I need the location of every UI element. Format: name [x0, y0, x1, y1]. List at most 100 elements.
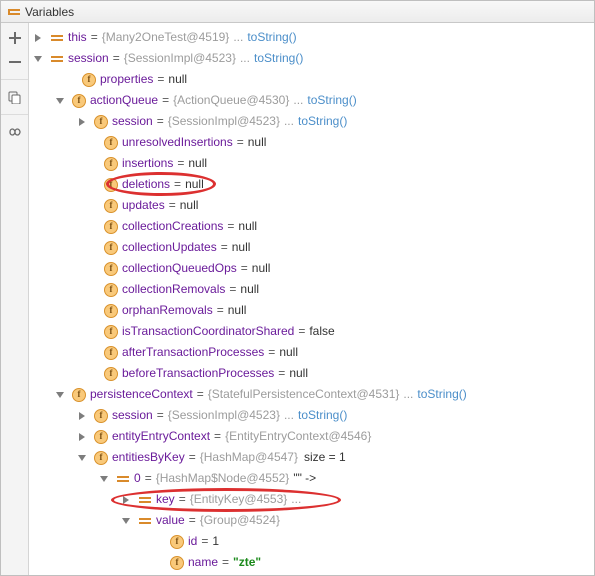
equals: =: [145, 468, 152, 489]
tree-row-name[interactable]: f name = "zte": [29, 552, 594, 573]
tree-row-collectioncreations[interactable]: f collectionCreations = null: [29, 216, 594, 237]
object-icon: [50, 31, 64, 45]
tostring-link[interactable]: toString(): [254, 48, 303, 69]
caret-right-icon[interactable]: [75, 430, 89, 444]
tree-row-id[interactable]: f id = 1: [29, 531, 594, 552]
tree-row-aftertransactionprocesses[interactable]: f afterTransactionProcesses = null: [29, 342, 594, 363]
var-value: "zte": [233, 552, 261, 573]
caret-down-icon[interactable]: [53, 94, 67, 108]
tree-row-unresolvedinsertions[interactable]: f unresolvedInsertions = null: [29, 132, 594, 153]
field-icon: f: [104, 199, 118, 213]
equals: =: [229, 279, 236, 300]
field-icon: f: [104, 157, 118, 171]
var-name: session: [68, 48, 109, 69]
caret-down-icon[interactable]: [53, 388, 67, 402]
tostring-link[interactable]: toString(): [298, 405, 347, 426]
equals: =: [241, 258, 248, 279]
field-icon: f: [104, 304, 118, 318]
tostring-link[interactable]: toString(): [307, 90, 356, 111]
var-name: name: [188, 552, 218, 573]
copy-button[interactable]: [4, 86, 26, 108]
object-icon: [50, 52, 64, 66]
dots: ...: [233, 27, 243, 48]
variables-tree[interactable]: this = {Many2OneTest@4519} ... toString(…: [29, 23, 594, 575]
tree-row-beforetransactionprocesses[interactable]: f beforeTransactionProcesses = null: [29, 363, 594, 384]
tree-row-collectionqueuedops[interactable]: f collectionQueuedOps = null: [29, 258, 594, 279]
var-name: entitiesByKey: [112, 447, 185, 468]
caret-right-icon[interactable]: [119, 493, 133, 507]
field-icon: f: [170, 556, 184, 570]
equals: =: [162, 90, 169, 111]
object-icon: [116, 472, 130, 486]
equals: =: [268, 342, 275, 363]
var-value: null: [188, 153, 207, 174]
add-button[interactable]: [4, 27, 26, 49]
var-value: null: [289, 363, 308, 384]
tree-row-entityentrycontext[interactable]: f entityEntryContext = {EntityEntryConte…: [29, 426, 594, 447]
minus-icon: [9, 56, 21, 68]
tree-row-entry0[interactable]: 0 = {HashMap$Node@4552} "" ->: [29, 468, 594, 489]
var-name: session: [112, 405, 153, 426]
tree-row-properties[interactable]: f properties = null: [29, 69, 594, 90]
tostring-link[interactable]: toString(): [247, 27, 296, 48]
caret-down-icon[interactable]: [119, 514, 133, 528]
field-icon: f: [104, 283, 118, 297]
tostring-link[interactable]: toString(): [298, 111, 347, 132]
var-name: deletions: [122, 174, 170, 195]
variables-icon: [7, 5, 21, 19]
equals: =: [157, 69, 164, 90]
var-name: beforeTransactionProcesses: [122, 363, 274, 384]
var-value: 1: [212, 531, 219, 552]
caret-down-icon[interactable]: [97, 472, 111, 486]
field-icon: f: [104, 178, 118, 192]
tree-row-key[interactable]: key = {EntityKey@4553} ...: [29, 489, 594, 510]
var-value: {StatefulPersistenceContext@4531}: [208, 384, 400, 405]
tree-row-collectionremovals[interactable]: f collectionRemovals = null: [29, 279, 594, 300]
tree-row-pc-session[interactable]: f session = {SessionImpl@4523} ... toStr…: [29, 405, 594, 426]
tree-row-persistencecontext[interactable]: f persistenceContext = {StatefulPersiste…: [29, 384, 594, 405]
field-icon: f: [104, 367, 118, 381]
var-value: null: [279, 342, 298, 363]
tree-row-deletions[interactable]: f deletions = null: [29, 174, 594, 195]
entry-string: "" ->: [293, 468, 316, 489]
caret-down-icon[interactable]: [75, 451, 89, 465]
var-value: null: [168, 69, 187, 90]
dots: ...: [284, 111, 294, 132]
tostring-link[interactable]: toString(): [417, 384, 466, 405]
equals: =: [169, 195, 176, 216]
field-icon: f: [104, 136, 118, 150]
equals: =: [189, 510, 196, 531]
infinite-button[interactable]: [4, 121, 26, 143]
tree-row-aq-session[interactable]: f session = {SessionImpl@4523} ... toStr…: [29, 111, 594, 132]
remove-button[interactable]: [4, 51, 26, 73]
equals: =: [221, 237, 228, 258]
field-icon: f: [104, 220, 118, 234]
var-name: updates: [122, 195, 165, 216]
var-name: properties: [100, 69, 153, 90]
var-name: id: [188, 531, 197, 552]
var-name: insertions: [122, 153, 173, 174]
var-name: key: [156, 489, 175, 510]
caret-right-icon[interactable]: [75, 409, 89, 423]
separator: [1, 114, 28, 115]
tree-row-updates[interactable]: f updates = null: [29, 195, 594, 216]
tree-row-actionqueue[interactable]: f actionQueue = {ActionQueue@4530} ... t…: [29, 90, 594, 111]
tree-row-entitiesbykey[interactable]: f entitiesByKey = {HashMap@4547} size = …: [29, 447, 594, 468]
tree-row-orphanremovals[interactable]: f orphanRemovals = null: [29, 300, 594, 321]
tree-row-session[interactable]: session = {SessionImpl@4523} ... toStrin…: [29, 48, 594, 69]
equals: =: [298, 321, 305, 342]
caret-right-icon[interactable]: [75, 115, 89, 129]
tree-row-istransactioncoordinatorshared[interactable]: f isTransactionCoordinatorShared = false: [29, 321, 594, 342]
dots: ...: [240, 48, 250, 69]
dots: ...: [284, 405, 294, 426]
tree-row-insertions[interactable]: f insertions = null: [29, 153, 594, 174]
plus-icon: [9, 32, 21, 44]
equals: =: [157, 111, 164, 132]
tree-row-this[interactable]: this = {Many2OneTest@4519} ... toString(…: [29, 27, 594, 48]
caret-right-icon[interactable]: [31, 31, 45, 45]
caret-down-icon[interactable]: [31, 52, 45, 66]
tree-row-collectionupdates[interactable]: f collectionUpdates = null: [29, 237, 594, 258]
equals: =: [174, 174, 181, 195]
tree-row-value[interactable]: value = {Group@4524}: [29, 510, 594, 531]
equals: =: [179, 489, 186, 510]
